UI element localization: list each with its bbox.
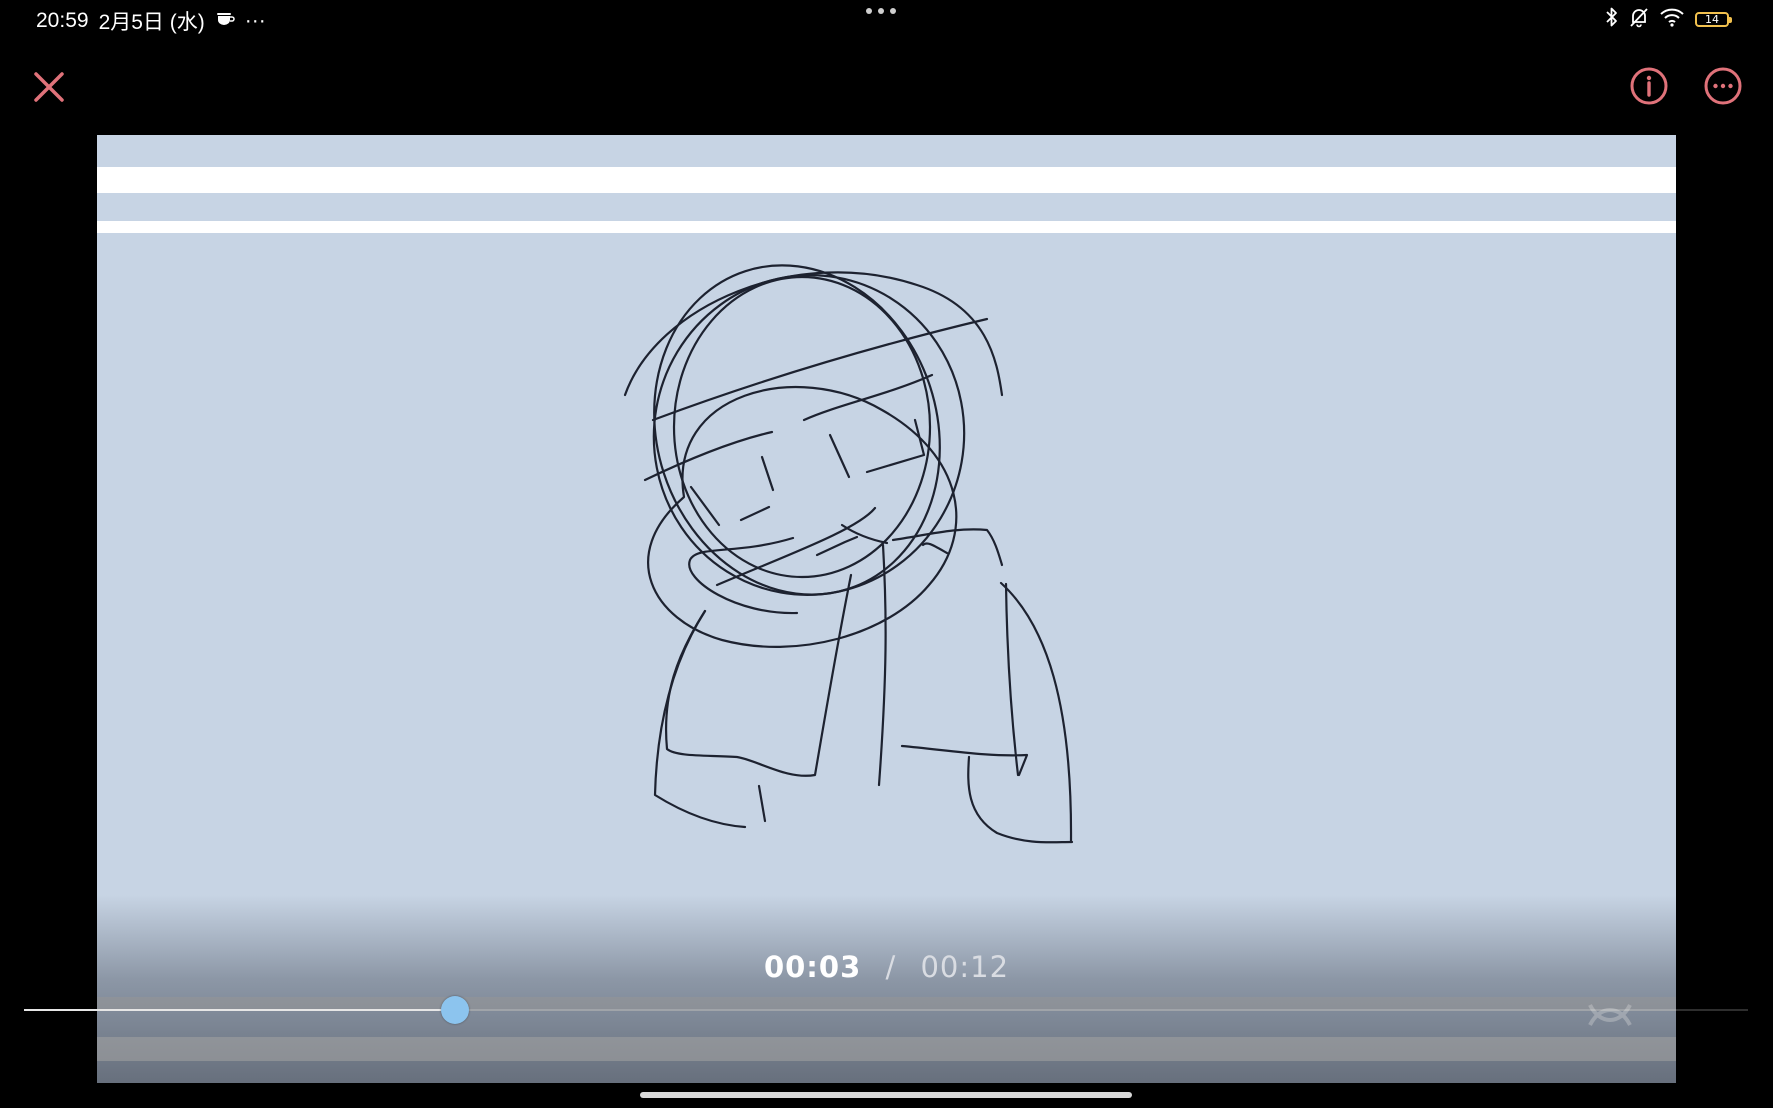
seek-thumb[interactable] [441, 996, 469, 1024]
seek-progress [24, 1009, 455, 1011]
close-icon [34, 72, 64, 102]
battery-icon: 14 [1695, 12, 1732, 27]
status-date: 2月5日 (水) [98, 11, 205, 34]
seek-bar[interactable] [24, 996, 1748, 1024]
app-notification-icon [215, 9, 235, 33]
time-separator: / [885, 950, 897, 984]
status-overflow: ··· [244, 9, 266, 32]
video-viewer-screen: 20:59 2月5日 (水) ··· 14 00:03 / 00:12 [0, 0, 1773, 1108]
total-duration: 00:12 [920, 950, 1010, 984]
status-bar: 20:59 2月5日 (水) ··· 14 [0, 0, 1773, 38]
more-options-button[interactable] [1703, 66, 1743, 106]
bluetooth-icon [1605, 6, 1619, 33]
close-button[interactable] [28, 66, 70, 108]
playback-time: 00:03 / 00:12 [0, 950, 1773, 984]
info-icon [1630, 67, 1668, 105]
silent-bell-icon [1629, 6, 1649, 33]
more-options-icon [1704, 67, 1742, 105]
status-time: 20:59 [36, 9, 89, 32]
multitask-handle[interactable] [866, 8, 896, 14]
wifi-icon [1659, 7, 1685, 32]
video-band [97, 1037, 1676, 1061]
current-time: 00:03 [763, 950, 862, 984]
video-frame[interactable] [97, 135, 1676, 1083]
home-indicator[interactable] [640, 1092, 1132, 1098]
status-left: 20:59 2月5日 (水) ··· [36, 6, 266, 36]
info-button[interactable] [1629, 66, 1669, 106]
status-right: 14 [1605, 6, 1732, 33]
